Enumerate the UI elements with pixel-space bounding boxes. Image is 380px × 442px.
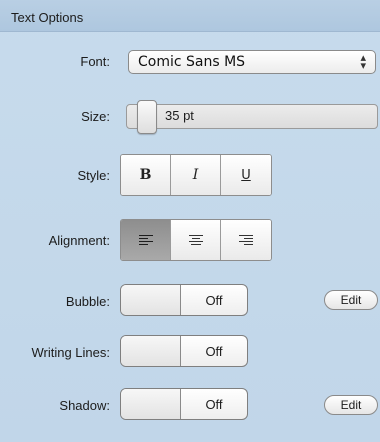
italic-button-label: I bbox=[192, 167, 199, 183]
align-right-icon bbox=[239, 234, 253, 246]
panel-header: Text Options bbox=[0, 0, 380, 32]
shadow-toggle[interactable]: Off bbox=[120, 388, 248, 420]
font-label: Font: bbox=[80, 54, 110, 69]
underline-button-label: U bbox=[241, 167, 251, 183]
writing-lines-toggle-knob bbox=[121, 336, 181, 366]
style-segmented-control: B I U bbox=[120, 154, 272, 196]
bubble-label: Bubble: bbox=[65, 294, 110, 309]
font-select[interactable]: Comic Sans MS ▴ ▾ bbox=[128, 50, 376, 74]
align-left-icon bbox=[138, 234, 153, 246]
writing-lines-toggle[interactable]: Off bbox=[120, 335, 248, 367]
size-label: Size: bbox=[81, 109, 110, 124]
shadow-toggle-knob bbox=[121, 389, 181, 419]
font-select-value: Comic Sans MS bbox=[138, 54, 246, 70]
italic-button[interactable]: I bbox=[171, 155, 221, 195]
underline-button[interactable]: U bbox=[221, 155, 271, 195]
writing-lines-label: Writing Lines: bbox=[31, 345, 110, 360]
text-options-panel: Text Options Font: Comic Sans MS ▴ ▾ Size… bbox=[0, 0, 380, 442]
shadow-toggle-state: Off bbox=[205, 397, 223, 412]
bold-button-label: B bbox=[139, 167, 152, 183]
shadow-edit-button[interactable]: Edit bbox=[324, 395, 378, 415]
bubble-edit-button[interactable]: Edit bbox=[324, 290, 378, 310]
align-center-button[interactable] bbox=[171, 220, 221, 260]
alignment-label: Alignment: bbox=[48, 233, 110, 248]
shadow-label: Shadow: bbox=[59, 398, 110, 413]
align-left-button[interactable] bbox=[121, 220, 171, 260]
bubble-toggle-state: Off bbox=[205, 293, 223, 308]
align-right-button[interactable] bbox=[221, 220, 271, 260]
writing-lines-toggle-state: Off bbox=[205, 344, 223, 359]
align-center-icon bbox=[188, 234, 203, 246]
bold-button[interactable]: B bbox=[121, 155, 171, 195]
up-down-arrows-icon: ▴ ▾ bbox=[360, 52, 366, 72]
size-slider-thumb[interactable] bbox=[137, 100, 157, 134]
size-slider-track[interactable] bbox=[126, 104, 378, 129]
bubble-toggle-knob bbox=[121, 285, 181, 315]
bubble-toggle[interactable]: Off bbox=[120, 284, 248, 316]
size-value: 35 pt bbox=[165, 108, 194, 123]
alignment-segmented-control bbox=[120, 219, 272, 261]
style-label: Style: bbox=[77, 168, 110, 183]
panel-title: Text Options bbox=[11, 10, 84, 25]
